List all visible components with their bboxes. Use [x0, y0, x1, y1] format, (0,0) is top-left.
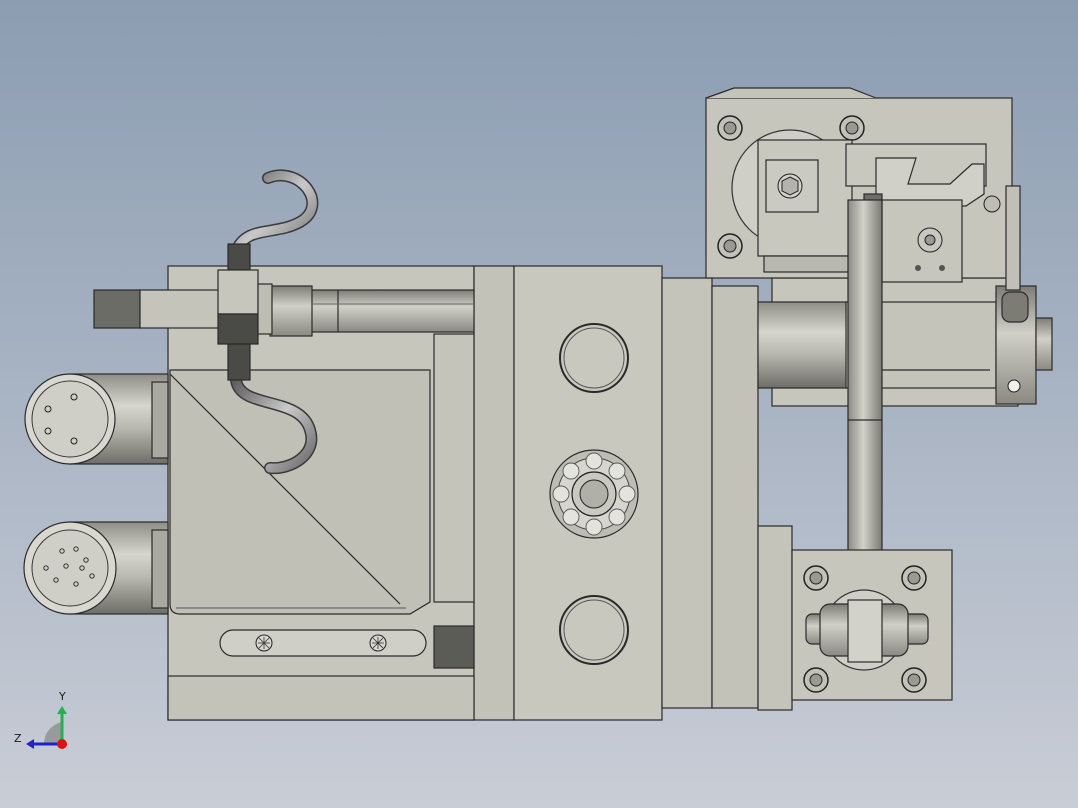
connector-bottom[interactable]: [23, 521, 169, 615]
y-axis-label: Y: [58, 690, 66, 703]
cad-viewport[interactable]: Y Z: [0, 0, 1078, 808]
cylinder-body[interactable]: [757, 277, 1053, 407]
ball-bearing[interactable]: [549, 449, 639, 539]
assembly-drawing[interactable]: Y Z: [0, 0, 1078, 808]
guide-rod[interactable]: [93, 285, 475, 337]
z-axis-label: Z: [14, 732, 22, 745]
connector-top[interactable]: [24, 373, 169, 465]
flange-block-bottom[interactable]: [791, 549, 953, 701]
base-pocket: [169, 333, 475, 615]
axis-triad: Y Z: [14, 690, 67, 749]
